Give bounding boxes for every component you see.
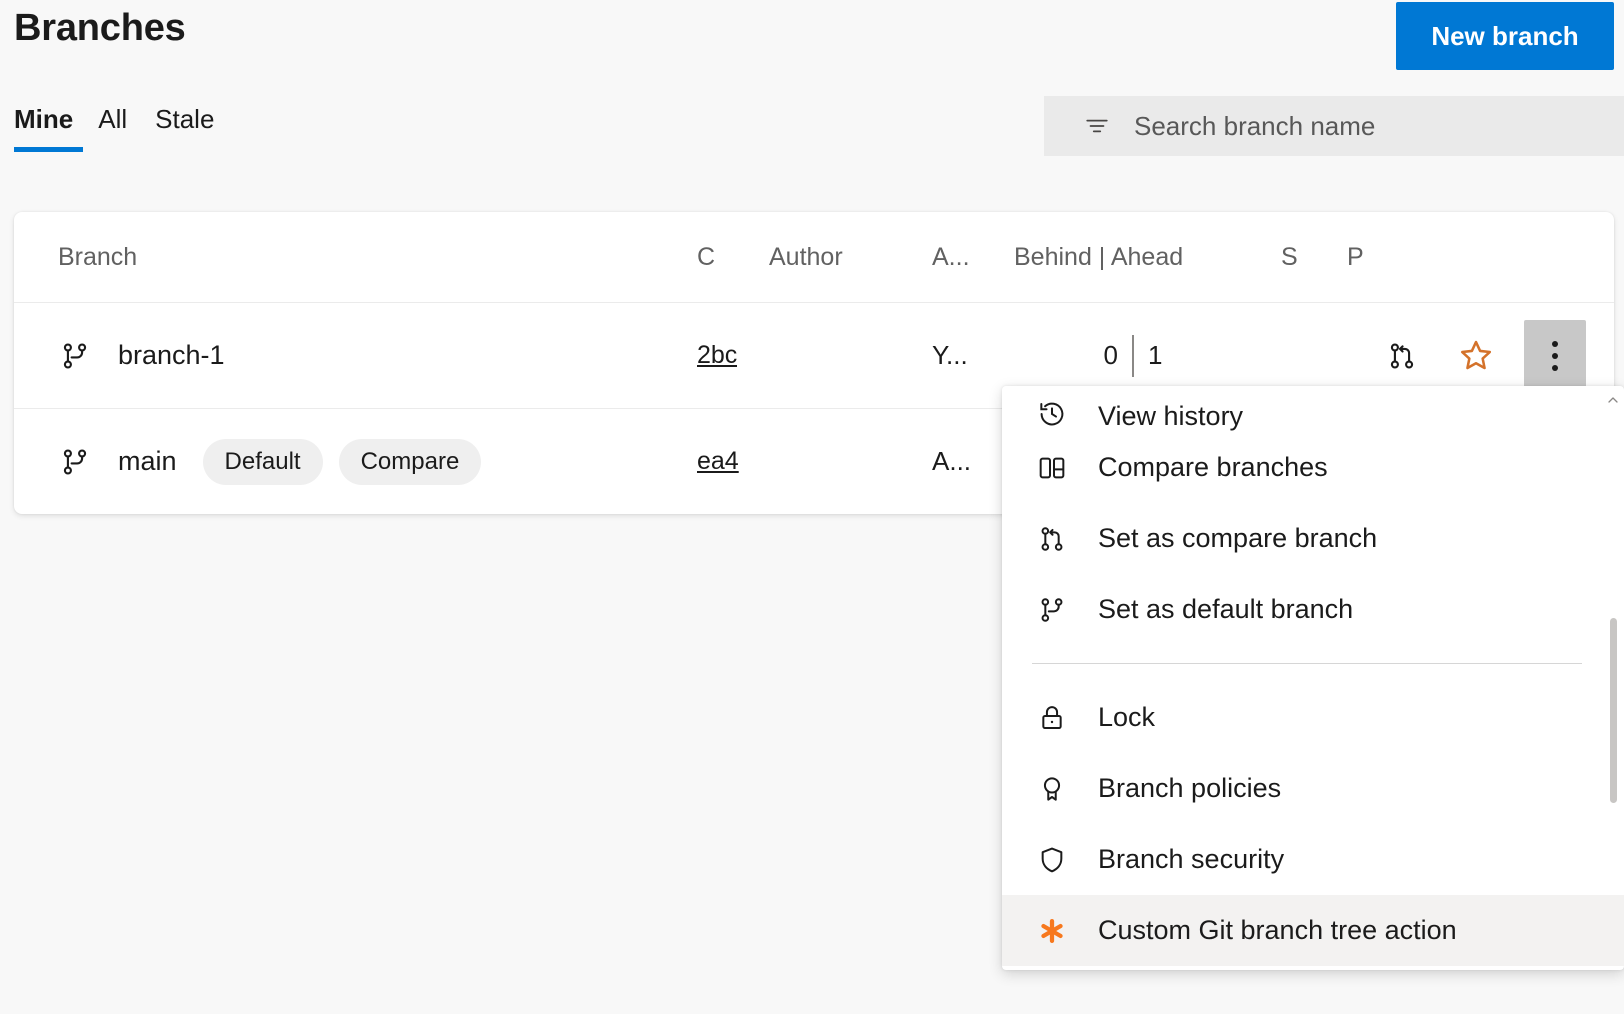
tab-stale[interactable]: Stale xyxy=(155,104,242,152)
star-icon[interactable] xyxy=(1450,330,1502,382)
filter-icon xyxy=(1084,113,1110,139)
menu-item-view-history[interactable]: View history xyxy=(1002,386,1624,432)
pull-request-icon[interactable] xyxy=(1376,330,1428,382)
behind-count: 0 xyxy=(1092,340,1132,371)
commit-cell: ea4 xyxy=(697,409,739,514)
history-icon xyxy=(1034,396,1070,432)
column-header-pullrequest[interactable]: P xyxy=(1347,212,1364,302)
search-input[interactable] xyxy=(1134,96,1624,156)
tab-mine-label: Mine xyxy=(14,104,73,134)
column-header-age[interactable]: A... xyxy=(932,212,970,302)
page-header: Branches New branch Mine All Stale xyxy=(0,0,1624,196)
branch-name[interactable]: branch-1 xyxy=(118,340,225,371)
menu-item-label: Branch security xyxy=(1098,844,1284,875)
menu-item-label: Custom Git branch tree action xyxy=(1098,915,1457,946)
menu-item-branch-security[interactable]: Branch security xyxy=(1002,824,1624,895)
context-menu-scroll-area: View history Compare branches xyxy=(1002,386,1624,970)
branch-name-cell: main Default Compare xyxy=(58,409,497,514)
branch-filter-tabs: Mine All Stale xyxy=(14,104,242,152)
more-actions-icon[interactable] xyxy=(1524,320,1586,392)
branch-context-menu: View history Compare branches xyxy=(1002,386,1624,970)
compare-badge[interactable]: Compare xyxy=(339,439,482,485)
menu-item-label: Compare branches xyxy=(1098,452,1328,483)
commit-link[interactable]: ea4 xyxy=(697,447,739,476)
scrollbar-thumb[interactable] xyxy=(1610,618,1617,803)
column-header-author[interactable]: Author xyxy=(769,212,843,302)
menu-item-label: Lock xyxy=(1098,702,1155,733)
menu-item-compare-branches[interactable]: Compare branches xyxy=(1002,432,1624,503)
branch-security-icon xyxy=(1034,842,1070,878)
menu-item-branch-policies[interactable]: Branch policies xyxy=(1002,753,1624,824)
menu-item-label: Set as default branch xyxy=(1098,594,1353,625)
tab-stale-label: Stale xyxy=(155,104,214,134)
branch-icon xyxy=(58,445,92,479)
column-header-status[interactable]: S xyxy=(1281,212,1298,302)
default-badge[interactable]: Default xyxy=(203,439,323,485)
menu-separator xyxy=(1032,663,1582,664)
menu-item-label: Set as compare branch xyxy=(1098,523,1377,554)
lock-icon xyxy=(1034,700,1070,736)
menu-item-set-as-default-branch[interactable]: Set as default branch xyxy=(1002,574,1624,645)
branch-name-cell: branch-1 xyxy=(58,303,251,408)
page-title: Branches xyxy=(14,4,186,52)
tab-all[interactable]: All xyxy=(98,104,155,152)
context-menu-scrollbar[interactable] xyxy=(1606,394,1620,962)
menu-item-lock[interactable]: Lock xyxy=(1002,682,1624,753)
column-header-branch[interactable]: Branch xyxy=(58,212,137,302)
new-branch-button[interactable]: New branch xyxy=(1396,2,1614,70)
more-actions-dots xyxy=(1552,341,1558,371)
branch-icon xyxy=(58,339,92,373)
custom-action-asterisk-icon xyxy=(1034,913,1070,949)
branch-policies-icon xyxy=(1034,771,1070,807)
set-compare-branch-icon xyxy=(1034,521,1070,557)
tab-mine[interactable]: Mine xyxy=(14,104,98,152)
set-default-branch-icon xyxy=(1034,592,1070,628)
scroll-up-arrow-icon[interactable] xyxy=(1607,394,1619,406)
menu-item-custom-git-branch-tree-action[interactable]: Custom Git branch tree action xyxy=(1002,895,1624,966)
ahead-count: 1 xyxy=(1134,340,1178,371)
column-header-commit[interactable]: C xyxy=(697,212,715,302)
menu-item-label: Branch policies xyxy=(1098,773,1281,804)
commit-link[interactable]: 2bc xyxy=(697,341,737,370)
tab-all-label: All xyxy=(98,104,127,134)
author-avatar-cell: A... xyxy=(932,409,971,514)
author-avatar-cell: Y... xyxy=(932,303,968,408)
menu-item-label: View history xyxy=(1098,401,1243,432)
branch-name[interactable]: main xyxy=(118,446,177,477)
table-header-row: Branch C Author A... Behind | Ahead S P xyxy=(14,212,1614,303)
compare-branches-icon xyxy=(1034,450,1070,486)
column-header-behind-ahead[interactable]: Behind | Ahead xyxy=(1014,212,1204,302)
commit-cell: 2bc xyxy=(697,303,737,408)
search-branch-box[interactable] xyxy=(1044,96,1624,156)
menu-item-set-as-compare-branch[interactable]: Set as compare branch xyxy=(1002,503,1624,574)
